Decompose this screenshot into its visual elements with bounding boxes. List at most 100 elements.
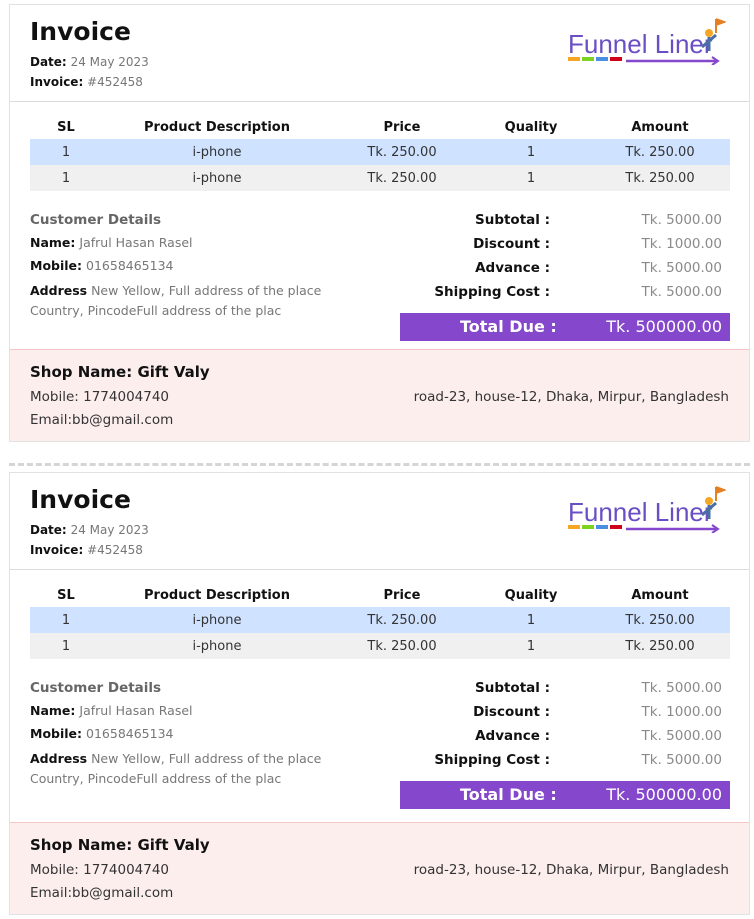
cell-quality: 1 [472, 633, 590, 659]
cell-price: Tk. 250.00 [332, 165, 472, 191]
cell-price: Tk. 250.00 [332, 139, 472, 165]
shop-name: Shop Name: Gift Valy [30, 836, 210, 854]
advance-row: Advance : Tk. 5000.00 [400, 260, 730, 284]
cell-amount: Tk. 250.00 [590, 165, 730, 191]
subtotal-value: Tk. 5000.00 [641, 680, 722, 696]
cell-product: i-phone [102, 139, 332, 165]
invoice-label: Invoice: [30, 75, 84, 89]
date-label: Date: [30, 523, 67, 537]
invoice-label: Invoice: [30, 543, 84, 557]
col-price: Price [383, 587, 421, 603]
col-quality: Quality [504, 587, 558, 603]
discount-row: Discount : Tk. 1000.00 [400, 236, 730, 260]
cell-amount: Tk. 250.00 [590, 633, 730, 659]
invoice-summary: Subtotal : Tk. 5000.00 Discount : Tk. 1000… [400, 212, 730, 341]
cell-product: i-phone [102, 607, 332, 633]
cell-sl: 1 [30, 139, 102, 165]
invoice-separator [9, 463, 750, 466]
shop-email: Email:bb@gmail.com [30, 885, 174, 901]
shop-mobile: Mobile: 1774004740 [30, 389, 170, 405]
mobile-label: Mobile: [30, 258, 83, 273]
customer-details: Customer Details Name: Jafrul Hasan Rase… [30, 212, 370, 321]
cell-price: Tk. 250.00 [332, 607, 472, 633]
total-due-label: Total Due : [460, 317, 557, 336]
invoice-header: Invoice Date: 24 May 2023 Invoice: #4524… [10, 5, 749, 102]
col-amount: Amount [631, 587, 689, 603]
cell-price: Tk. 250.00 [332, 633, 472, 659]
invoice-number-value: #452458 [87, 75, 143, 89]
table-row: 1 i-phone Tk. 250.00 1 Tk. 250.00 [30, 633, 730, 659]
invoice-number-value: #452458 [87, 543, 143, 557]
shipping-label: Shipping Cost : [434, 752, 550, 768]
cell-amount: Tk. 250.00 [590, 139, 730, 165]
customer-mobile: Mobile: 01658465134 [30, 258, 370, 273]
customer-heading: Customer Details [30, 212, 162, 228]
cell-amount: Tk. 250.00 [590, 607, 730, 633]
customer-name: Name: Jafrul Hasan Rasel [30, 703, 370, 718]
mobile-label: Mobile: [30, 726, 83, 741]
address-label: Address [30, 283, 88, 298]
table-row: 1 i-phone Tk. 250.00 1 Tk. 250.00 [30, 165, 730, 191]
name-label: Name: [30, 235, 76, 250]
invoice-number: Invoice: #452458 [30, 75, 143, 89]
cell-sl: 1 [30, 607, 102, 633]
cell-product: i-phone [102, 165, 332, 191]
shop-info: Shop Name: Gift Valy Mobile: 1774004740 … [10, 349, 749, 441]
advance-value: Tk. 5000.00 [641, 728, 722, 744]
date-label: Date: [30, 55, 67, 69]
shipping-value: Tk. 5000.00 [641, 284, 722, 300]
items-table: SL Product Description Price Quality Amo… [30, 115, 730, 191]
cell-quality: 1 [472, 165, 590, 191]
advance-row: Advance : Tk. 5000.00 [400, 728, 730, 752]
funnel-liner-logo: Funnel Liner [568, 18, 726, 65]
invoice-card: Invoice Date: 24 May 2023 Invoice: #4524… [9, 472, 750, 915]
discount-value: Tk. 1000.00 [641, 704, 722, 720]
shipping-value: Tk. 5000.00 [641, 752, 722, 768]
advance-label: Advance : [475, 728, 550, 744]
shop-address: road-23, house-12, Dhaka, Mirpur, Bangla… [413, 389, 729, 405]
invoice-card: Invoice Date: 24 May 2023 Invoice: #4524… [9, 4, 750, 442]
subtotal-label: Subtotal : [474, 212, 550, 228]
shipping-row: Shipping Cost : Tk. 5000.00 [400, 752, 730, 776]
discount-label: Discount : [473, 704, 550, 720]
invoice-title: Invoice [30, 485, 131, 514]
mobile-value: 01658465134 [86, 726, 174, 741]
invoice-date: Date: 24 May 2023 [30, 55, 149, 69]
discount-label: Discount : [473, 236, 550, 252]
cell-quality: 1 [472, 139, 590, 165]
logo-text: Funnel Liner [568, 29, 713, 59]
table-header-row: SL Product Description Price Quality Amo… [30, 583, 730, 607]
date-value: 24 May 2023 [70, 55, 149, 69]
name-value: Jafrul Hasan Rasel [79, 703, 193, 718]
subtotal-label: Subtotal : [474, 680, 550, 696]
col-price: Price [383, 119, 421, 135]
customer-name: Name: Jafrul Hasan Rasel [30, 235, 370, 250]
customer-address: Address New Yellow, Full address of the … [30, 749, 370, 789]
invoice-number: Invoice: #452458 [30, 543, 143, 557]
shop-info: Shop Name: Gift Valy Mobile: 1774004740 … [10, 822, 749, 914]
customer-address: Address New Yellow, Full address of the … [30, 281, 370, 321]
shop-mobile: Mobile: 1774004740 [30, 862, 170, 878]
total-due-bar: Total Due : Tk. 500000.00 [400, 781, 730, 809]
customer-heading: Customer Details [30, 680, 162, 696]
subtotal-value: Tk. 5000.00 [641, 212, 722, 228]
col-sl: SL [57, 587, 75, 603]
col-sl: SL [57, 119, 75, 135]
invoice-header: Invoice Date: 24 May 2023 Invoice: #4524… [10, 473, 749, 570]
cell-sl: 1 [30, 633, 102, 659]
total-due-value: Tk. 500000.00 [606, 785, 722, 804]
funnel-liner-logo: Funnel Liner [568, 486, 726, 533]
shop-name: Shop Name: Gift Valy [30, 363, 210, 381]
total-due-bar: Total Due : Tk. 500000.00 [400, 313, 730, 341]
total-due-label: Total Due : [460, 785, 557, 804]
cell-sl: 1 [30, 165, 102, 191]
cell-quality: 1 [472, 607, 590, 633]
subtotal-row: Subtotal : Tk. 5000.00 [400, 680, 730, 704]
invoice-date: Date: 24 May 2023 [30, 523, 149, 537]
shop-email: Email:bb@gmail.com [30, 412, 174, 428]
discount-row: Discount : Tk. 1000.00 [400, 704, 730, 728]
customer-details: Customer Details Name: Jafrul Hasan Rase… [30, 680, 370, 789]
address-label: Address [30, 751, 88, 766]
subtotal-row: Subtotal : Tk. 5000.00 [400, 212, 730, 236]
total-due-value: Tk. 500000.00 [606, 317, 722, 336]
